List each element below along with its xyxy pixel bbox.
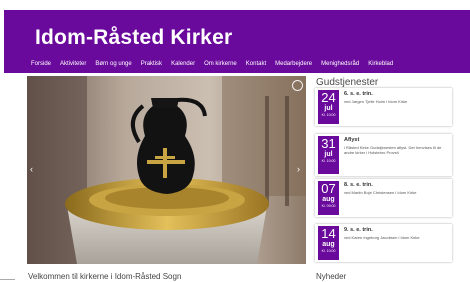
nav-item-kalender[interactable]: Kalender [171,61,195,67]
service-month: jul [324,151,333,158]
slider-pause-icon[interactable] [292,80,303,91]
top-strip [0,0,470,10]
nav-item-forside[interactable]: Forside [31,61,51,67]
service-month: jul [324,105,333,112]
service-time: Kl. 10:00 [321,113,336,117]
site-title[interactable]: Idom-Råsted Kirker [35,26,232,50]
service-time: Kl. 10:00 [321,249,336,253]
service-description: ved Karen Ingeborg Jacobsen i Idom Kirke [344,235,420,240]
service-item[interactable]: 07 aug Kl. 09:00 8. s. e. trin. ved Mart… [315,179,452,217]
services-heading: Gudstjenester [316,77,379,88]
service-date-badge: 31 jul Kl. 10:00 [318,136,339,174]
service-month: aug [322,196,335,203]
slider-prev-icon[interactable]: ‹ [30,164,33,174]
service-item[interactable]: 24 jul Kl. 10:00 6. s. e. trin. ved Jørg… [315,88,452,126]
service-title: 9. s. e. trin. [344,227,373,233]
news-heading: Nyheder [316,272,347,281]
nav-item-boern-og-unge[interactable]: Børn og unge [95,61,131,67]
service-day: 31 [321,136,336,151]
service-day: 14 [321,226,336,241]
service-title: 6. s. e. trin. [344,91,373,97]
service-title: Aflyst [344,137,360,143]
nav-item-om-kirkerne[interactable]: Om kirkerne [204,61,237,67]
slider-next-icon[interactable]: › [297,164,300,174]
service-item[interactable]: 14 aug Kl. 10:00 9. s. e. trin. ved Kare… [315,224,452,262]
service-time: Kl. 10:00 [321,159,336,163]
nav-item-praktisk[interactable]: Praktisk [141,61,162,67]
service-date-badge: 07 aug Kl. 09:00 [318,181,339,215]
service-description: i Råsted Kirke Gudstjenesten aflyst. Der… [344,145,442,155]
divider [0,279,15,280]
service-month: aug [322,241,335,248]
nav-item-kontakt[interactable]: Kontakt [246,61,266,67]
service-description: ved Martin Boje Christensen i Idom Kirke [344,190,417,195]
nav-item-kirkeblad[interactable]: Kirkeblad [368,61,393,67]
service-day: 24 [321,90,336,105]
service-item[interactable]: 31 jul Kl. 10:00 Aflyst i Råsted Kirke G… [315,134,452,176]
service-description: ved Jørgen Tjelle Holm i Idom Kirke [344,99,408,104]
service-date-badge: 24 jul Kl. 10:00 [318,90,339,124]
service-title: 8. s. e. trin. [344,182,373,188]
site-header: Idom-Råsted Kirker Forside Aktiviteter B… [4,10,470,73]
nav-item-menighedsraad[interactable]: Menighedsråd [321,61,359,67]
welcome-heading: Velkommen til kirkerne i Idom-Råsted Sog… [28,272,182,281]
hero-image-baptismal-font [27,76,306,264]
service-time: Kl. 09:00 [321,204,336,208]
nav-item-aktiviteter[interactable]: Aktiviteter [60,61,86,67]
service-day: 07 [321,181,336,196]
main-nav: Forside Aktiviteter Børn og unge Praktis… [31,61,402,67]
hero-slider[interactable]: ‹ › [27,76,306,264]
nav-item-medarbejdere[interactable]: Medarbejdere [275,61,312,67]
service-date-badge: 14 aug Kl. 10:00 [318,226,339,260]
